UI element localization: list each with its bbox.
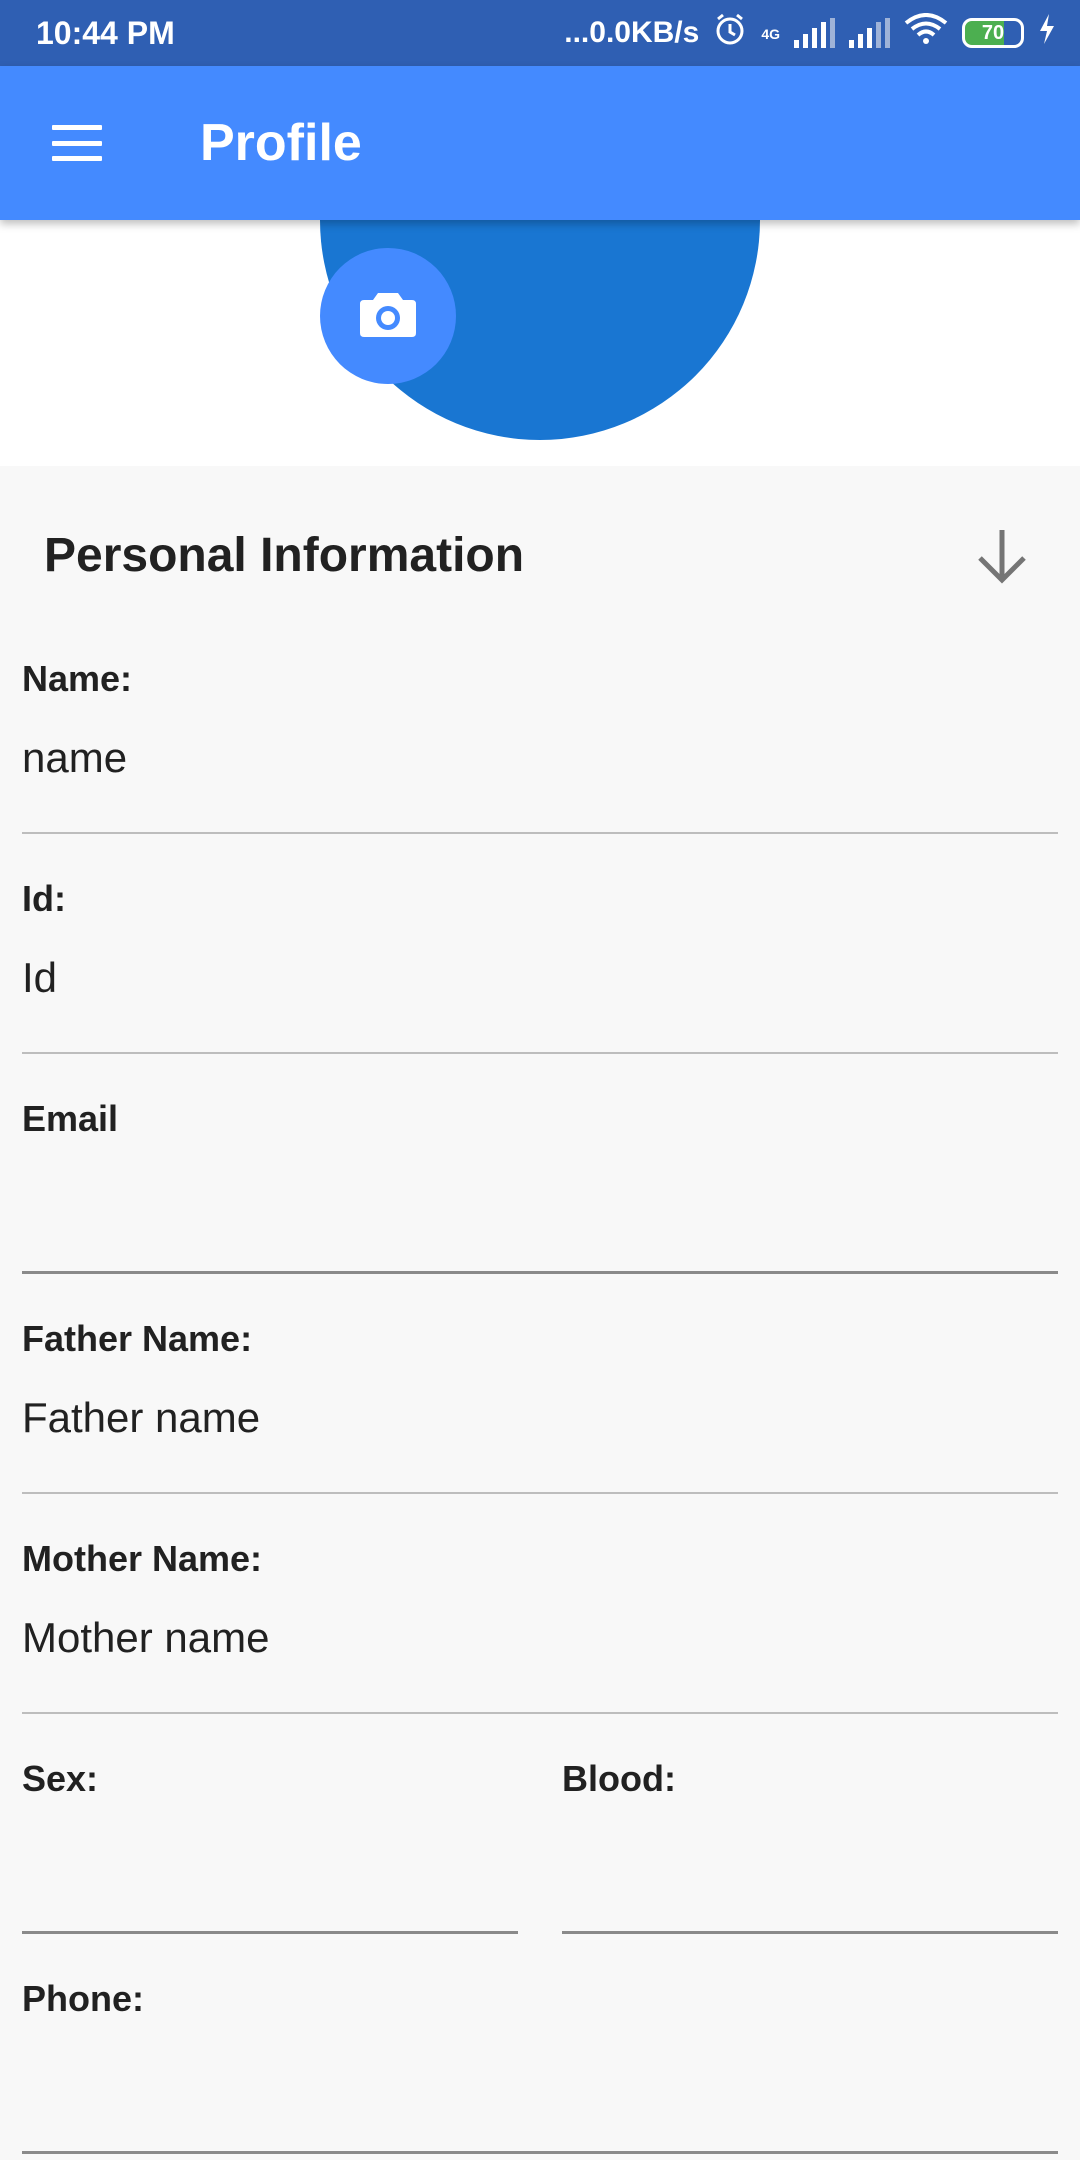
father-name-underline bbox=[22, 1492, 1058, 1494]
sex-underline bbox=[22, 1931, 518, 1934]
blood-field[interactable]: Blood: bbox=[562, 1758, 1058, 1934]
charging-icon bbox=[1038, 14, 1056, 52]
personal-info-header[interactable]: Personal Information bbox=[0, 466, 1080, 652]
camera-button[interactable] bbox=[320, 248, 456, 384]
name-label: Name: bbox=[22, 658, 133, 699]
status-time: 10:44 PM bbox=[36, 14, 175, 51]
name-input[interactable]: name bbox=[22, 734, 127, 782]
arrow-down-icon[interactable] bbox=[976, 526, 1028, 586]
father-name-input[interactable]: Father name bbox=[22, 1394, 260, 1442]
name-underline bbox=[22, 832, 1058, 834]
email-label: Email bbox=[22, 1098, 119, 1139]
id-label: Id: bbox=[22, 878, 66, 919]
app-bar: Profile bbox=[0, 66, 1080, 220]
section-title: Personal Information bbox=[44, 529, 525, 582]
phone-underline bbox=[22, 2151, 1058, 2154]
status-icons: ...0.0KB/s 4G 70 bbox=[564, 12, 1056, 54]
mother-name-underline bbox=[22, 1712, 1058, 1714]
battery-level: 70 bbox=[981, 21, 1005, 44]
phone-label: Phone: bbox=[22, 1978, 144, 2019]
phone-field[interactable]: Phone: bbox=[22, 1978, 1058, 2154]
network-speed: ...0.0KB/s bbox=[564, 16, 700, 49]
cell-signal-icon bbox=[794, 18, 835, 48]
mother-name-input[interactable]: Mother name bbox=[22, 1614, 269, 1662]
camera-icon bbox=[358, 289, 418, 344]
sex-label: Sex: bbox=[22, 1758, 99, 1799]
mother-name-field[interactable]: Mother Name: Mother name bbox=[22, 1538, 1058, 1714]
sex-field[interactable]: Sex: bbox=[22, 1758, 518, 1934]
page-title: Profile bbox=[200, 114, 362, 172]
father-name-field[interactable]: Father Name: Father name bbox=[22, 1318, 1058, 1494]
alarm-icon bbox=[713, 12, 747, 54]
mother-name-label: Mother Name: bbox=[22, 1538, 263, 1579]
battery-icon: 70 bbox=[962, 18, 1024, 48]
menu-icon[interactable] bbox=[52, 125, 102, 161]
profile-header bbox=[0, 220, 1080, 466]
id-underline bbox=[22, 1052, 1058, 1054]
name-field[interactable]: Name: name bbox=[22, 658, 1058, 834]
cell-signal-2-icon bbox=[849, 18, 890, 48]
blood-label: Blood: bbox=[562, 1758, 676, 1799]
id-field[interactable]: Id: Id bbox=[22, 878, 1058, 1054]
email-underline bbox=[22, 1271, 1058, 1274]
email-field[interactable]: Email bbox=[22, 1098, 1058, 1274]
id-input[interactable]: Id bbox=[22, 954, 57, 1002]
status-bar: 10:44 PM ...0.0KB/s 4G 70 bbox=[0, 0, 1080, 66]
father-name-label: Father Name: bbox=[22, 1318, 253, 1359]
network-type: 4G bbox=[761, 26, 780, 42]
wifi-icon bbox=[904, 13, 948, 53]
blood-underline bbox=[562, 1931, 1058, 1934]
